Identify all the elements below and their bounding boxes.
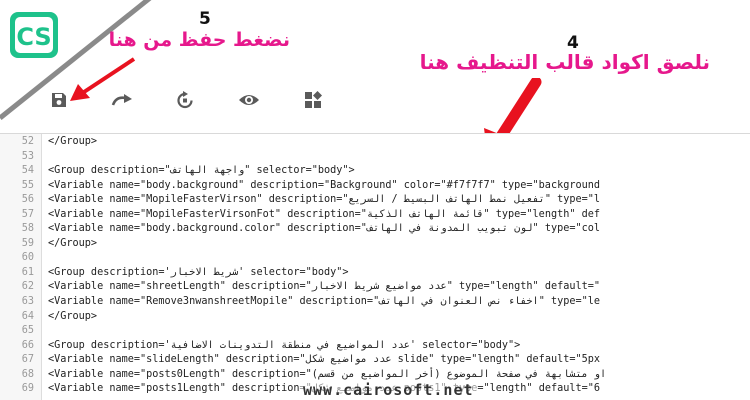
line-number: 54 bbox=[21, 165, 34, 177]
code-editor[interactable]: 52 </Group> 53 54 <Group description="واجه… bbox=[0, 133, 750, 400]
code-line: 55 <Variable name="body.background" descr… bbox=[0, 179, 750, 194]
line-code: <Variable name="Remove3nwanshreetMopile"… bbox=[48, 296, 601, 308]
line-code: <Group description='عدد المواضيع في منطق… bbox=[48, 339, 521, 351]
line-code: <Variable name="body.background.color" d… bbox=[48, 223, 601, 235]
restore-icon bbox=[177, 91, 193, 109]
code-line: 65 bbox=[0, 324, 750, 339]
annotation-area: CS 5 نضغط حفظ من هنا 4 نلصق اكواد قالب ا… bbox=[0, 0, 750, 160]
step-4-instruction: نلصق اكواد قالب التنظيف هنا bbox=[419, 50, 710, 74]
code-line: 59 </Group> bbox=[0, 237, 750, 252]
line-code: </Group> bbox=[48, 310, 98, 322]
line-code: <Variable name="MopileFasterVirsonFot" d… bbox=[48, 208, 601, 220]
code-line: 63 <Variable name="Remove3nwanshreetMopil… bbox=[0, 295, 750, 310]
code-line: 56 <Variable name="MopileFasterVirson" de… bbox=[0, 193, 750, 208]
line-code: </Group> bbox=[48, 237, 98, 249]
line-number: 52 bbox=[21, 136, 34, 147]
step-5-instruction: نضغط حفظ من هنا bbox=[108, 29, 290, 51]
line-code: <Group description='شريط الاخبار' select… bbox=[48, 266, 349, 278]
code-line: 62 <Variable name="shreetLength" descript… bbox=[0, 280, 750, 295]
line-number: 63 bbox=[21, 296, 34, 308]
preview-eye-icon bbox=[239, 95, 259, 105]
line-number: 59 bbox=[21, 237, 34, 249]
line-number: 57 bbox=[21, 208, 34, 220]
step-5-number: 5 bbox=[199, 9, 211, 29]
line-number: 64 bbox=[21, 310, 34, 322]
redo-icon bbox=[111, 94, 132, 106]
line-code: <Variable name="body.background" descrip… bbox=[48, 179, 601, 191]
line-number: 56 bbox=[21, 194, 34, 206]
editor-toolbar bbox=[40, 84, 340, 116]
line-number: 53 bbox=[21, 150, 34, 162]
code-line: 54 <Group description="واجهة الهاتف" sele… bbox=[0, 164, 750, 179]
code-line: 52 </Group> bbox=[0, 135, 750, 150]
code-line: 67 <Variable name="slideLength" descripti… bbox=[0, 353, 750, 368]
restore-button[interactable] bbox=[170, 84, 200, 116]
line-number: 55 bbox=[21, 179, 34, 191]
layout-widgets-icon bbox=[305, 91, 322, 108]
line-number: 69 bbox=[21, 383, 34, 395]
save-button[interactable] bbox=[44, 84, 74, 116]
line-code: <Variable name="shreetLength" descriptio… bbox=[48, 281, 601, 293]
line-number: 67 bbox=[21, 354, 34, 366]
code-lines: 52 </Group> 53 54 <Group description="واجه… bbox=[0, 135, 750, 397]
line-number: 61 bbox=[21, 266, 34, 278]
code-line: 61 <Group description='شريط الاخبار' sele… bbox=[0, 266, 750, 281]
code-line: 53 bbox=[0, 150, 750, 165]
line-code: <Group description="واجهة الهاتف" select… bbox=[48, 165, 355, 177]
line-number: 58 bbox=[21, 223, 34, 235]
line-code: </Group> bbox=[48, 136, 98, 147]
line-number: 62 bbox=[21, 281, 34, 293]
code-line: 64 </Group> bbox=[0, 310, 750, 325]
code-line: 66 <Group description='عدد المواضيع في من… bbox=[0, 339, 750, 354]
code-line: 57 <Variable name="MopileFasterVirsonFot"… bbox=[0, 208, 750, 223]
redo-button[interactable] bbox=[107, 84, 137, 116]
preview-button[interactable] bbox=[234, 84, 264, 116]
layout-button[interactable] bbox=[298, 84, 328, 116]
line-code: <Variable name="MopileFasterVirson" desc… bbox=[48, 194, 601, 206]
line-number: 66 bbox=[21, 339, 34, 351]
line-number: 65 bbox=[21, 325, 34, 337]
save-icon bbox=[52, 93, 66, 107]
site-watermark: www.cairosoft.net bbox=[300, 381, 477, 399]
code-line: 60 bbox=[0, 251, 750, 266]
line-code: <Variable name="slideLength" description… bbox=[48, 354, 601, 366]
line-number: 60 bbox=[21, 252, 34, 264]
code-line: 58 <Variable name="body.background.color"… bbox=[0, 222, 750, 237]
line-number: 68 bbox=[21, 368, 34, 380]
